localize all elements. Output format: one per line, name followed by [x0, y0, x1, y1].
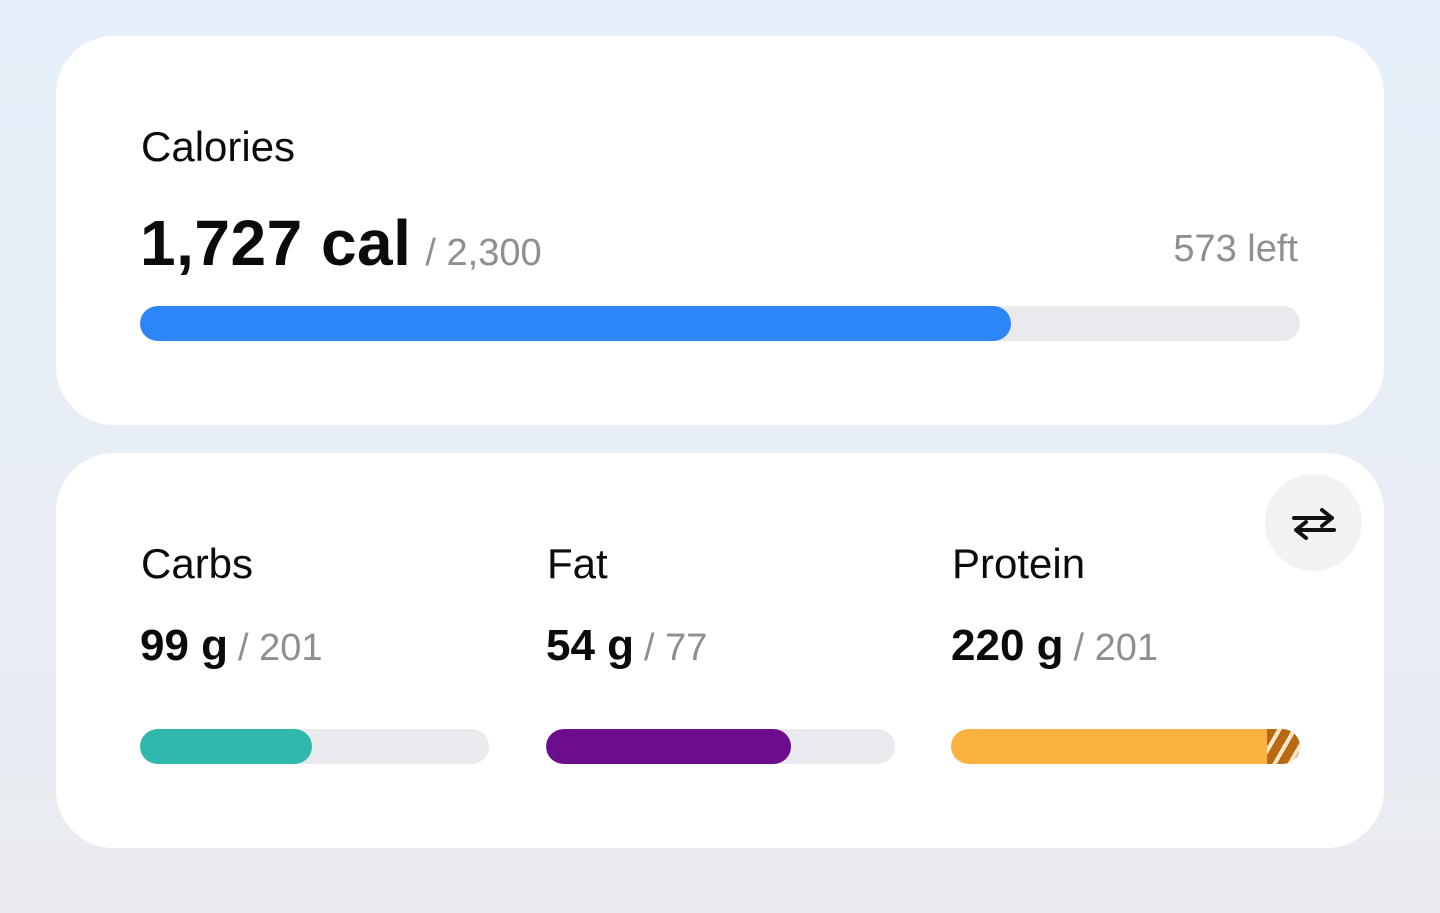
calories-goal: / 2,300	[425, 232, 542, 274]
calories-consumed: 1,727 cal	[140, 207, 412, 279]
carbs-consumed: 99 g	[140, 621, 229, 670]
protein-goal: / 201	[1073, 627, 1159, 669]
protein-value-row: 220 g / 201	[951, 621, 1158, 671]
protein-title: Protein	[952, 540, 1086, 587]
fat-consumed: 54 g	[546, 621, 635, 670]
protein-progress-bar	[951, 729, 1300, 764]
macros-card: Carbs 99 g / 201 Fat 54 g / 77 Protein 2…	[56, 453, 1384, 848]
macro-carbs: Carbs 99 g / 201	[140, 453, 489, 848]
macro-fat: Fat 54 g / 77	[546, 453, 895, 848]
protein-over-goal-segment	[1267, 729, 1300, 764]
calories-progress-bar	[140, 306, 1300, 341]
fat-title: Fat	[547, 540, 608, 587]
fat-progress-bar	[546, 729, 895, 764]
protein-consumed: 220 g	[951, 621, 1064, 670]
carbs-progress-bar	[140, 729, 489, 764]
protein-progress-fill	[951, 729, 1300, 764]
calories-value-row: 1,727 cal / 2,300	[140, 206, 542, 280]
fat-progress-fill	[546, 729, 791, 764]
calories-progress-fill	[140, 306, 1012, 341]
fat-value-row: 54 g / 77	[546, 621, 707, 671]
calories-remaining: 573 left	[1173, 228, 1298, 270]
carbs-progress-fill	[140, 729, 312, 764]
carbs-title: Carbs	[141, 540, 254, 587]
calories-card: Calories 1,727 cal / 2,300 573 left	[56, 36, 1384, 425]
macro-protein: Protein 220 g / 201	[951, 453, 1300, 848]
calories-title: Calories	[141, 123, 296, 170]
fat-goal: / 77	[644, 627, 708, 669]
carbs-value-row: 99 g / 201	[140, 621, 323, 671]
carbs-goal: / 201	[238, 627, 323, 669]
